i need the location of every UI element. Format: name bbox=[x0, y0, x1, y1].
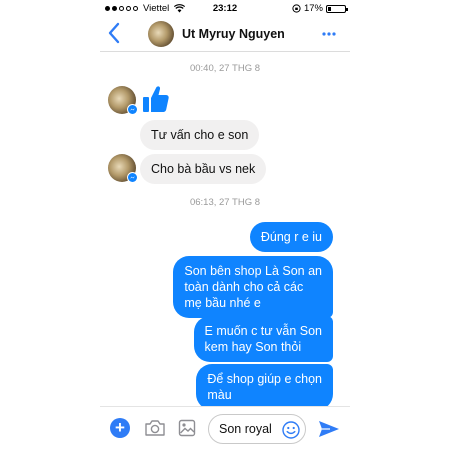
camera-icon[interactable] bbox=[144, 419, 166, 437]
outgoing-message: Đúng r e iu bbox=[249, 222, 333, 252]
incoming-message: Tư vấn cho e son bbox=[140, 120, 260, 150]
chevron-left-icon[interactable] bbox=[106, 20, 124, 46]
messenger-badge-icon bbox=[127, 172, 138, 183]
outgoing-message: Son bên shop Là Son an toàn dành cho cả … bbox=[173, 256, 333, 318]
battery-percent: 17% bbox=[303, 3, 323, 14]
conversation-header: Ut Myruy Nguyen bbox=[100, 16, 350, 52]
status-bar: Viettel 23:12 17% bbox=[100, 2, 350, 16]
contact-avatar[interactable] bbox=[148, 21, 174, 47]
more-dots-icon[interactable] bbox=[322, 32, 336, 36]
battery-indicator: 17% bbox=[292, 3, 348, 14]
incoming-message: Cho bà bầu vs nek bbox=[140, 154, 267, 184]
message-composer: + bbox=[100, 406, 350, 450]
battery-fill bbox=[328, 6, 331, 11]
outgoing-message: E muốn c tư vẫn Son kem hay Son thỏi bbox=[193, 316, 333, 362]
message-input-box[interactable] bbox=[208, 414, 306, 444]
messenger-screen: Viettel 23:12 17% Ut Myruy Nguyen 00:40,… bbox=[100, 0, 350, 450]
emoji-icon[interactable] bbox=[282, 421, 300, 439]
message-input[interactable] bbox=[219, 420, 285, 438]
rotation-lock-icon bbox=[292, 4, 301, 13]
messenger-badge-icon bbox=[127, 104, 138, 115]
battery-icon bbox=[326, 4, 348, 13]
gallery-icon[interactable] bbox=[178, 419, 196, 437]
plus-icon[interactable]: + bbox=[110, 418, 130, 438]
thumbs-up-icon bbox=[143, 86, 169, 112]
outgoing-message: Để shop giúp e chọn màu bbox=[196, 364, 333, 410]
message-timestamp: 06:13, 27 THG 8 bbox=[189, 197, 261, 208]
message-timestamp: 00:40, 27 THG 8 bbox=[189, 63, 261, 74]
contact-name[interactable]: Ut Myruy Nguyen bbox=[182, 27, 285, 41]
send-icon[interactable] bbox=[318, 420, 340, 438]
